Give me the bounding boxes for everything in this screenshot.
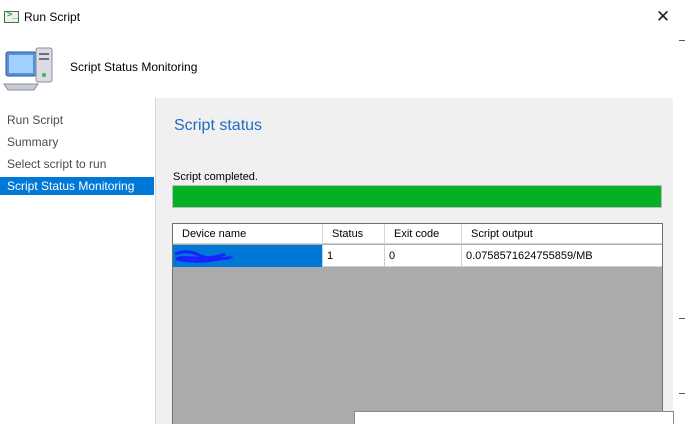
- grid-header: Device name Status Exit code Script outp…: [173, 224, 662, 244]
- results-grid[interactable]: Device name Status Exit code Script outp…: [172, 223, 663, 424]
- cell-exit-code: 0: [385, 245, 462, 267]
- wizard-header: Script Status Monitoring: [0, 34, 673, 98]
- table-row[interactable]: 1 0 0.0758571624755859/MB: [173, 245, 662, 267]
- background-divider: [679, 40, 685, 41]
- background-window-edge: [674, 0, 685, 424]
- column-header-script-output[interactable]: Script output: [462, 224, 662, 244]
- window-title: Run Script: [24, 10, 81, 24]
- status-text: Script completed.: [173, 171, 258, 183]
- column-header-device-name[interactable]: Device name: [173, 224, 323, 244]
- cell-device-name[interactable]: [173, 245, 323, 267]
- column-header-status[interactable]: Status: [323, 224, 385, 244]
- title-bar: >_ Run Script ✕: [0, 0, 673, 34]
- cell-status: 1: [323, 245, 385, 267]
- nav-item-script-status-monitoring[interactable]: Script Status Monitoring: [0, 177, 154, 195]
- nav-item-summary[interactable]: Summary: [0, 133, 154, 151]
- background-divider: [679, 393, 685, 394]
- page-title: Script Status Monitoring: [70, 60, 198, 74]
- run-script-window: >_ Run Script ✕ Script Status Monitoring…: [0, 0, 673, 424]
- computer-icon: [3, 47, 53, 91]
- progress-bar: [172, 185, 662, 208]
- cell-script-output: 0.0758571624755859/MB: [466, 250, 593, 262]
- close-icon[interactable]: ✕: [652, 4, 674, 30]
- column-header-exit-code[interactable]: Exit code: [385, 224, 462, 244]
- redacted-scribble: [174, 250, 233, 263]
- nav-item-run-script[interactable]: Run Script: [0, 111, 154, 129]
- progress-fill: [173, 186, 661, 207]
- nav-item-select-script[interactable]: Select script to run: [0, 155, 154, 173]
- background-divider: [679, 318, 685, 319]
- tooltip-path: [354, 411, 674, 424]
- main-panel: Script status Script completed. Device n…: [156, 98, 673, 424]
- section-title: Script status: [174, 117, 263, 134]
- wizard-nav: Run Script Summary Select script to run …: [0, 98, 156, 424]
- script-window-icon: >_: [4, 10, 19, 23]
